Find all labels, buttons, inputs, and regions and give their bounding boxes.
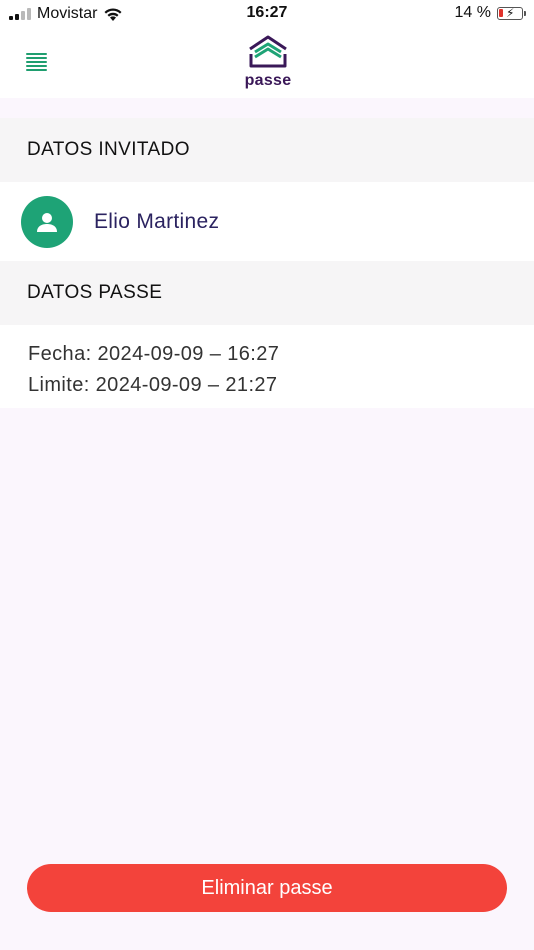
battery-percent: 14 % — [454, 4, 491, 21]
pass-limit: Limite: 2024-09-09 – 21:27 — [28, 374, 278, 396]
passe-logo: passe — [243, 34, 293, 94]
guest-section-title: DATOS INVITADO — [27, 139, 190, 160]
house-logo-icon — [249, 35, 287, 68]
pass-date: Fecha: 2024-09-09 – 16:27 — [28, 343, 280, 365]
avatar — [21, 195, 73, 248]
pass-section-body: Fecha: 2024-09-09 – 16:27 Limite: 2024-0… — [0, 325, 534, 408]
battery-cap — [524, 10, 526, 16]
pass-details: Fecha: 2024-09-09 – 16:27 Limite: 2024-0… — [0, 325, 534, 401]
guest-section-body: Elio Martinez — [0, 182, 534, 261]
delete-pass-button[interactable]: Eliminar passe — [27, 864, 507, 912]
guest-section-header: DATOS INVITADO — [0, 118, 534, 182]
pass-section-header: DATOS PASSE — [0, 261, 534, 325]
status-bar: Movistar 16:27 14 % ⚡ — [0, 0, 534, 28]
battery-icon: ⚡ — [497, 6, 523, 20]
hamburger-icon[interactable] — [26, 53, 47, 71]
app-header: passe — [0, 28, 534, 98]
status-right: 14 % ⚡ — [455, 4, 526, 22]
guest-row[interactable]: Elio Martinez — [0, 182, 534, 261]
person-icon — [37, 212, 57, 232]
guest-name: Elio Martinez — [94, 209, 220, 233]
logo-text: passe — [244, 72, 292, 89]
pass-section-title: DATOS PASSE — [27, 282, 163, 303]
